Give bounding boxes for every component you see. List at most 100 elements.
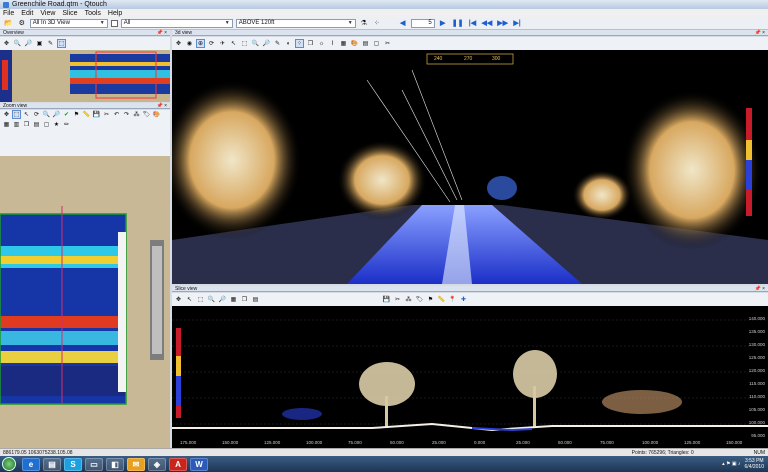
color-icon[interactable]: ◐ xyxy=(284,39,293,48)
overview-map[interactable] xyxy=(0,50,170,102)
pan-icon[interactable]: ✥ xyxy=(2,110,11,119)
stats-icon[interactable]: ▤ xyxy=(32,120,41,129)
measure-icon[interactable]: ✎ xyxy=(46,39,55,48)
layers-icon[interactable]: ❒ xyxy=(22,120,31,129)
select-icon[interactable]: ⬚ xyxy=(240,39,249,48)
stats-icon[interactable]: ▤ xyxy=(251,295,260,304)
save-icon[interactable]: 💾 xyxy=(382,295,391,304)
note-icon[interactable]: ▢ xyxy=(42,120,51,129)
fly-icon[interactable]: ✈ xyxy=(218,39,227,48)
points-icon[interactable]: ⁘ xyxy=(295,39,304,48)
flag-icon[interactable]: ⚑ xyxy=(72,110,81,119)
ruler-icon[interactable]: 📏 xyxy=(437,295,446,304)
light-icon[interactable]: ☼ xyxy=(317,39,326,48)
sliceview-canvas[interactable]: 140.000 135.000 130.000 125.000 120.000 115.0… xyxy=(172,306,768,448)
save-icon[interactable]: 💾 xyxy=(92,110,101,119)
menu-slice[interactable]: Slice xyxy=(62,10,77,17)
qtouch-icon[interactable]: ◈ xyxy=(148,457,166,471)
zoomview-canvas[interactable] xyxy=(0,156,170,448)
grid-icon[interactable]: ▦ xyxy=(2,120,11,129)
pointer-icon[interactable]: ↖ xyxy=(22,110,31,119)
view-select[interactable]: All In 3D View ▼ xyxy=(29,18,108,28)
pencil-icon[interactable]: ✏ xyxy=(62,120,71,129)
chart-icon[interactable]: ▥ xyxy=(12,120,21,129)
undo-icon[interactable]: ↶ xyxy=(112,110,121,119)
app-icon[interactable]: ◧ xyxy=(106,457,124,471)
pin-icon[interactable]: 📌 × xyxy=(754,30,765,36)
next-frame-button[interactable]: ▶ xyxy=(438,18,448,28)
points-icon[interactable]: ⁘ xyxy=(372,18,382,28)
fit-icon[interactable]: ▣ xyxy=(35,39,44,48)
pan-icon[interactable]: ✥ xyxy=(174,39,183,48)
class-select[interactable]: ABOVE 120ft ▼ xyxy=(235,18,356,28)
grid-icon[interactable]: ▦ xyxy=(339,39,348,48)
menu-tools[interactable]: Tools xyxy=(85,10,101,17)
redo-icon[interactable]: ↷ xyxy=(122,110,131,119)
previous-frame-button[interactable]: ◀ xyxy=(398,18,408,28)
first-frame-button[interactable]: |◀ xyxy=(467,18,477,28)
menu-edit[interactable]: Edit xyxy=(21,10,33,17)
layers-icon[interactable]: ❒ xyxy=(306,39,315,48)
pin-tool-icon[interactable]: 📍 xyxy=(448,295,457,304)
grid-icon[interactable]: ▦ xyxy=(229,295,238,304)
start-button[interactable] xyxy=(2,457,16,471)
all-select[interactable]: All ▼ xyxy=(120,18,233,28)
rotate-icon[interactable]: ⟳ xyxy=(207,39,216,48)
tray-icons[interactable]: ▴ ⚑ ▣ ♪ xyxy=(722,461,740,467)
select-icon[interactable]: ⬚ xyxy=(196,295,205,304)
classify-icon[interactable]: ⁂ xyxy=(132,110,141,119)
menu-help[interactable]: Help xyxy=(108,10,122,17)
tag-icon[interactable]: 🏷 xyxy=(415,295,424,304)
profile-icon[interactable]: ⌇ xyxy=(328,39,337,48)
zoom-out-icon[interactable]: 🔎 xyxy=(218,295,227,304)
folder-icon[interactable]: ▤ xyxy=(43,457,61,471)
zoom-in-icon[interactable]: 🔍 xyxy=(251,39,260,48)
pin-icon[interactable]: 📌 × xyxy=(754,286,765,292)
measure-icon[interactable]: ✎ xyxy=(273,39,282,48)
star-icon[interactable]: ★ xyxy=(52,120,61,129)
classify-icon[interactable]: ⁂ xyxy=(404,295,413,304)
settings-icon[interactable]: ⚙ xyxy=(17,18,27,28)
skype-icon[interactable]: S xyxy=(64,457,82,471)
ruler-icon[interactable]: 📏 xyxy=(82,110,91,119)
stats-icon[interactable]: ▤ xyxy=(361,39,370,48)
pointer-icon[interactable]: ↖ xyxy=(229,39,238,48)
pan-icon[interactable]: ✥ xyxy=(174,295,183,304)
word-icon[interactable]: W xyxy=(190,457,208,471)
zoom-in-icon[interactable]: 🔍 xyxy=(13,39,22,48)
open-file-icon[interactable]: 📂 xyxy=(3,18,14,28)
zoom-out-icon[interactable]: 🔎 xyxy=(24,39,33,48)
clock[interactable]: 3:53 PM 6/4/2010 xyxy=(745,458,764,470)
rewind-button[interactable]: ◀◀ xyxy=(480,18,493,28)
pointer-icon[interactable]: ↖ xyxy=(185,295,194,304)
pin-icon[interactable]: 📌 × xyxy=(156,30,167,36)
chat-icon[interactable]: ✉ xyxy=(127,457,145,471)
cut-icon[interactable]: ✂ xyxy=(393,295,402,304)
zoom-in-icon[interactable]: 🔍 xyxy=(207,295,216,304)
flag-icon[interactable]: ⚑ xyxy=(426,295,435,304)
pan-icon[interactable]: ✥ xyxy=(2,39,11,48)
add-icon[interactable]: ✚ xyxy=(459,295,468,304)
select-icon[interactable]: ⬚ xyxy=(12,110,21,119)
last-frame-button[interactable]: ▶| xyxy=(512,18,522,28)
tools-icon[interactable]: ✂ xyxy=(383,39,392,48)
zoom-in-icon[interactable]: 🔍 xyxy=(42,110,51,119)
frame-number-field[interactable]: 5 xyxy=(410,18,435,28)
palette-icon[interactable]: 🎨 xyxy=(152,110,161,119)
cmd-icon[interactable]: ▭ xyxy=(85,457,103,471)
tag-icon[interactable]: 🏷 xyxy=(142,110,151,119)
pdf-icon[interactable]: A xyxy=(169,457,187,471)
rotate-icon[interactable]: ⟳ xyxy=(32,110,41,119)
note-icon[interactable]: ▢ xyxy=(372,39,381,48)
palette-icon[interactable]: 🎨 xyxy=(350,39,359,48)
cut-icon[interactable]: ✂ xyxy=(102,110,111,119)
pause-button[interactable]: ❚❚ xyxy=(451,18,465,28)
orbit-icon[interactable]: ⊕ xyxy=(196,39,205,48)
camera-icon[interactable]: ◉ xyxy=(185,39,194,48)
fast-forward-button[interactable]: ▶▶ xyxy=(496,18,509,28)
all-checkbox[interactable] xyxy=(110,19,118,27)
select-icon[interactable]: ⬚ xyxy=(57,39,66,48)
menu-view[interactable]: View xyxy=(40,10,55,17)
zoom-out-icon[interactable]: 🔎 xyxy=(52,110,61,119)
pin-icon[interactable]: 📌 × xyxy=(156,103,167,109)
